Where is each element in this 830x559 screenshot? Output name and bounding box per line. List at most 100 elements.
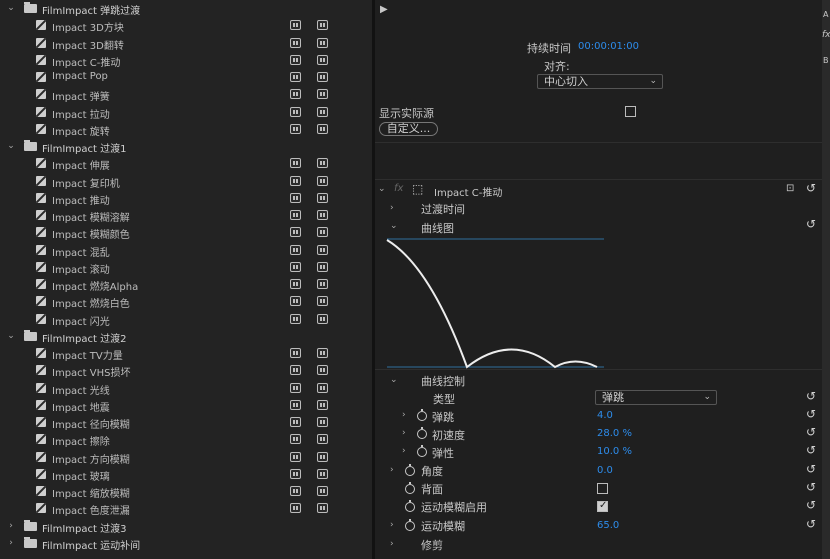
stopwatch-icon[interactable] — [417, 427, 427, 439]
show-source-checkbox[interactable] — [625, 106, 636, 117]
bit-depth-badge-icon — [317, 176, 328, 186]
collapse-chevron[interactable]: ⌄ — [390, 375, 398, 385]
duration-value[interactable]: 00:00:01:00 — [578, 41, 639, 52]
collapse-effect-chevron[interactable]: ⌄ — [378, 184, 386, 194]
back-checkbox[interactable] — [597, 483, 608, 494]
bit-depth-badge-icon — [317, 365, 328, 375]
effect-item[interactable]: Impact 径向模糊 — [0, 414, 372, 431]
effect-item[interactable]: Impact 3D翻转 — [0, 35, 372, 52]
expand-chevron[interactable]: › — [402, 428, 406, 438]
effect-controls-panel: ▶ 持续时间 00:00:01:00 对齐: 中心切入 ⌄ 显示实际源 自定义.… — [375, 0, 830, 559]
effect-item[interactable]: Impact 闪光 — [0, 311, 372, 328]
align-dropdown[interactable]: 中心切入 ⌄ — [537, 74, 663, 89]
expand-chevron[interactable]: › — [402, 446, 406, 456]
effect-item[interactable]: Impact 推动 — [0, 190, 372, 207]
effect-folder[interactable]: ⌄ FilmImpact 弹跳过渡 — [0, 0, 372, 17]
reset-icon[interactable]: ↺ — [806, 444, 817, 456]
accelerated-badge-icon — [290, 38, 301, 48]
effect-folder[interactable]: › FilmImpact 过渡3 — [0, 518, 372, 535]
motion-blur-value[interactable]: 65.0 — [597, 520, 619, 531]
effect-item[interactable]: Impact VHS损坏 — [0, 362, 372, 379]
effect-label: Impact 燃烧Alpha — [52, 282, 139, 293]
motion-blur-enable-checkbox[interactable] — [597, 500, 608, 512]
chevron-down-icon[interactable]: ⌄ — [6, 331, 16, 341]
effect-folder[interactable]: › FilmImpact 运动补间 — [0, 535, 372, 552]
effect-label: Impact 径向模糊 — [52, 420, 130, 431]
chevron-down-icon[interactable]: ⌄ — [6, 3, 16, 13]
effect-item[interactable]: Impact 缩放模糊 — [0, 483, 372, 500]
accelerated-badge-icon — [290, 227, 301, 237]
angle-value[interactable]: 0.0 — [597, 465, 613, 476]
effect-item[interactable]: Impact 光线 — [0, 380, 372, 397]
effect-item[interactable]: Impact 模糊溶解 — [0, 207, 372, 224]
stopwatch-icon[interactable] — [405, 519, 415, 531]
accelerated-badge-icon — [290, 503, 301, 513]
reset-icon[interactable]: ↺ — [806, 218, 817, 230]
effect-item[interactable]: Impact 拉动 — [0, 104, 372, 121]
effect-item[interactable]: Impact 地震 — [0, 397, 372, 414]
expand-chevron[interactable]: › — [390, 520, 394, 530]
effect-item[interactable]: Impact 复印机 — [0, 173, 372, 190]
effect-item[interactable]: Impact 3D方块 — [0, 17, 372, 34]
transform-icon: ⬚ — [412, 182, 424, 196]
folder-icon — [24, 2, 37, 13]
reset-icon[interactable]: ↺ — [806, 499, 817, 511]
accelerated-badge-icon — [290, 296, 301, 306]
accelerated-badge-icon — [290, 89, 301, 99]
initial-speed-value[interactable]: 28.0 % — [597, 428, 632, 439]
effect-item[interactable]: Impact 伸展 — [0, 155, 372, 172]
effect-item[interactable]: Impact 混乱 — [0, 242, 372, 259]
custom-button[interactable]: 自定义... — [379, 122, 438, 136]
elasticity-value[interactable]: 10.0 % — [597, 446, 632, 457]
type-dropdown[interactable]: 弹跳 ⌄ — [595, 390, 717, 405]
effect-item[interactable]: Impact 弹簧 — [0, 86, 372, 103]
accelerated-badge-icon — [290, 107, 301, 117]
effect-item[interactable]: Impact 方向模糊 — [0, 449, 372, 466]
fx-icon[interactable]: fx — [394, 183, 403, 194]
reset-icon[interactable]: ↺ — [806, 426, 817, 438]
effect-item[interactable]: Impact 旋转 — [0, 121, 372, 138]
reset-icon[interactable]: ↺ — [806, 518, 817, 530]
chevron-right-icon[interactable]: › — [6, 521, 16, 531]
effect-folder[interactable]: ⌄ FilmImpact 过渡1 — [0, 138, 372, 155]
stopwatch-icon[interactable] — [405, 482, 415, 494]
expand-chevron[interactable]: › — [390, 465, 394, 475]
bit-depth-badge-icon — [317, 72, 328, 82]
effect-item[interactable]: Impact TV力量 — [0, 345, 372, 362]
chevron-down-icon[interactable]: ⌄ — [6, 141, 16, 151]
effect-item[interactable]: Impact Pop — [0, 69, 372, 86]
expand-chevron[interactable]: › — [402, 410, 406, 420]
expand-chevron[interactable]: › — [390, 203, 394, 213]
chevron-right-icon[interactable]: › — [6, 538, 16, 548]
reset-icon[interactable]: ↺ — [806, 390, 817, 402]
effect-item[interactable]: Impact 燃烧Alpha — [0, 276, 372, 293]
accelerated-badge-icon — [290, 348, 301, 358]
effect-item[interactable]: Impact 燃烧白色 — [0, 293, 372, 310]
keyframe-nav-icon[interactable]: ⊡ — [786, 183, 794, 194]
effect-folder[interactable]: ⌄ FilmImpact 过渡2 — [0, 328, 372, 345]
expand-chevron[interactable]: › — [390, 539, 394, 549]
collapse-chevron[interactable]: ⌄ — [390, 221, 398, 231]
reset-icon[interactable]: ↺ — [806, 408, 817, 420]
effect-label: Impact 推动 — [52, 196, 110, 207]
stopwatch-icon[interactable] — [417, 445, 427, 457]
stopwatch-icon[interactable] — [417, 409, 427, 421]
transition-effect-icon — [36, 400, 46, 410]
reset-icon[interactable]: ↺ — [806, 463, 817, 475]
reset-icon[interactable]: ↺ — [806, 182, 817, 194]
effect-item[interactable]: Impact 滚动 — [0, 259, 372, 276]
effect-item[interactable]: Impact 擦除 — [0, 431, 372, 448]
folder-icon — [24, 330, 37, 341]
reset-icon[interactable]: ↺ — [806, 481, 817, 493]
stopwatch-icon[interactable] — [405, 464, 415, 476]
effect-item[interactable]: Impact 色度泄漏 — [0, 500, 372, 517]
play-icon[interactable]: ▶ — [380, 4, 388, 15]
stopwatch-icon[interactable] — [405, 500, 415, 512]
transition-effect-icon — [36, 348, 46, 358]
accelerated-badge-icon — [290, 72, 301, 82]
effect-item[interactable]: Impact 模糊颜色 — [0, 224, 372, 241]
bounce-value[interactable]: 4.0 — [597, 410, 613, 421]
effect-item[interactable]: Impact C-推动 — [0, 52, 372, 69]
effect-item[interactable]: Impact 玻璃 — [0, 466, 372, 483]
bit-depth-badge-icon — [317, 348, 328, 358]
